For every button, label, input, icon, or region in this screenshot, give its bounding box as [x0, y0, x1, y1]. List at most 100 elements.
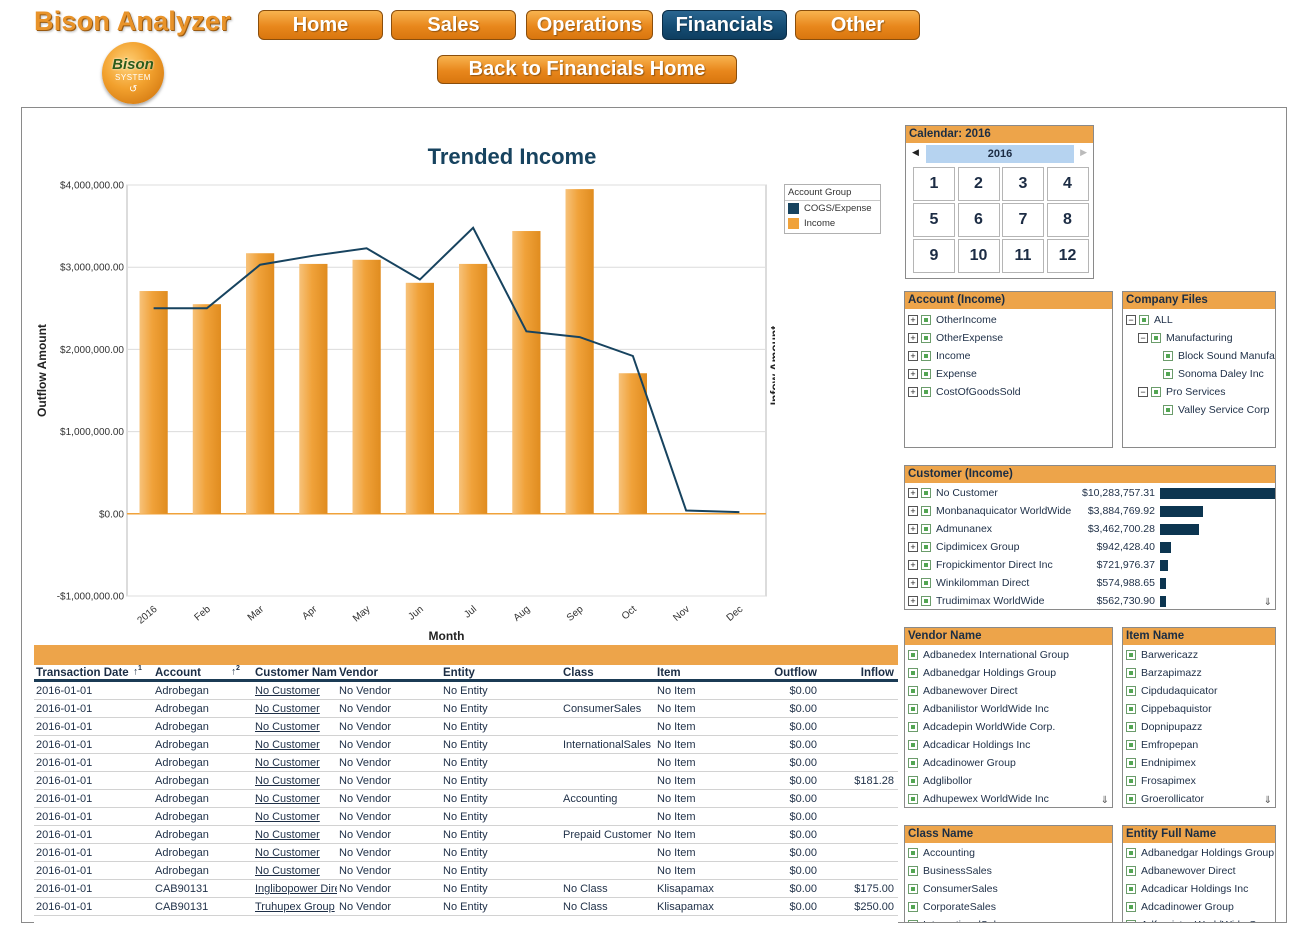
checkbox-icon[interactable] — [908, 650, 918, 660]
column-header-vendor[interactable]: Vendor — [339, 665, 439, 682]
legend-item-cogs[interactable]: COGS/Expense — [785, 201, 880, 216]
class-item-corporatesales[interactable]: CorporateSales — [905, 898, 1112, 916]
scroll-down-icon[interactable]: ⇓ — [1264, 597, 1272, 608]
table-row[interactable]: 2016-01-01CAB90131Inglibopower DirectNo … — [34, 880, 898, 898]
entity-item-adcadicar-holdings-inc[interactable]: Adcadicar Holdings Inc — [1123, 880, 1275, 898]
company-item-manufacturing[interactable]: − Manufacturing — [1123, 329, 1275, 347]
column-header-class[interactable]: Class — [563, 665, 653, 682]
customer-amount-bar[interactable] — [1160, 596, 1167, 607]
checkbox-icon[interactable] — [1126, 740, 1136, 750]
item-name-item-groerollicator[interactable]: Groerollicator — [1123, 790, 1275, 807]
table-row[interactable]: 2016-01-01 Adrobegan No Customer No Vendor N… — [34, 790, 898, 808]
calendar-month-1[interactable]: 1 — [913, 167, 955, 201]
checkbox-icon[interactable] — [1126, 686, 1136, 696]
expand-icon[interactable]: + — [908, 596, 918, 606]
account-item-income[interactable]: + Income — [905, 347, 1112, 365]
checkbox-icon[interactable] — [1126, 920, 1136, 922]
expand-icon[interactable]: + — [908, 506, 918, 516]
customer-amount-bar[interactable] — [1160, 488, 1275, 499]
checkbox-icon[interactable] — [921, 315, 931, 325]
checkbox-icon[interactable] — [1139, 315, 1149, 325]
calendar-month-8[interactable]: 8 — [1046, 203, 1089, 237]
calendar-month-11[interactable]: 11 — [1002, 239, 1044, 273]
table-row[interactable]: 2016-01-01 Adrobegan No Customer No Vendor N… — [34, 718, 898, 736]
account-item-otherincome[interactable]: + OtherIncome — [905, 311, 1112, 329]
customer-item-cipdimicex-group[interactable]: + Cipdimicex Group $942,428.40 — [905, 538, 1275, 556]
customer-item-fropickimentor-direct-inc[interactable]: + Fropickimentor Direct Inc $721,976.37 — [905, 556, 1275, 574]
table-cell-customer-name[interactable]: No Customer — [255, 700, 337, 718]
checkbox-icon[interactable] — [1126, 650, 1136, 660]
customer-item-trudimimax-worldwide[interactable]: + Trudimimax WorldWide $562,730.90 — [905, 592, 1275, 609]
expand-icon[interactable]: + — [908, 351, 918, 361]
class-item-internationalsales[interactable]: InternationalSales — [905, 916, 1112, 922]
checkbox-icon[interactable] — [908, 794, 918, 804]
item-name-item-barzapimazz[interactable]: Barzapimazz — [1123, 664, 1275, 682]
column-header-item[interactable]: Item — [657, 665, 762, 682]
customer-amount-bar[interactable] — [1160, 560, 1169, 571]
customer-amount-bar[interactable] — [1160, 524, 1199, 535]
back-to-financials-home-button[interactable]: Back to Financials Home — [437, 55, 737, 84]
checkbox-icon[interactable] — [921, 596, 931, 606]
checkbox-icon[interactable] — [1126, 776, 1136, 786]
checkbox-icon[interactable] — [1163, 369, 1173, 379]
checkbox-icon[interactable] — [1126, 848, 1136, 858]
checkbox-icon[interactable] — [1126, 884, 1136, 894]
expand-icon[interactable]: + — [908, 369, 918, 379]
expand-icon[interactable]: + — [908, 333, 918, 343]
entity-item-adbanewover-direct[interactable]: Adbanewover Direct — [1123, 862, 1275, 880]
table-cell-customer-name[interactable]: No Customer — [255, 862, 337, 880]
checkbox-icon[interactable] — [921, 351, 931, 361]
item-name-item-endnipimex[interactable]: Endnipimex — [1123, 754, 1275, 772]
checkbox-icon[interactable] — [1126, 722, 1136, 732]
expand-icon[interactable]: + — [908, 387, 918, 397]
table-cell-customer-name[interactable]: No Customer — [255, 844, 337, 862]
checkbox-icon[interactable] — [908, 722, 918, 732]
expand-icon[interactable]: + — [908, 542, 918, 552]
vendor-item-adbanedgar-holdings-group[interactable]: Adbanedgar Holdings Group — [905, 664, 1112, 682]
collapse-icon[interactable]: − — [1138, 333, 1148, 343]
table-row[interactable]: 2016-01-01 Adrobegan No Customer No Vendor N… — [34, 862, 898, 880]
table-row[interactable]: 2016-01-01 Adrobegan No Customer No Vendor N… — [34, 808, 898, 826]
company-item-pro-services[interactable]: − Pro Services — [1123, 383, 1275, 401]
expand-icon[interactable]: + — [908, 524, 918, 534]
checkbox-icon[interactable] — [1126, 866, 1136, 876]
checkbox-icon[interactable] — [908, 740, 918, 750]
table-row[interactable]: 2016-01-01 Adrobegan No Customer No Vendor N… — [34, 700, 898, 718]
checkbox-icon[interactable] — [1126, 758, 1136, 768]
column-header-customer-name[interactable]: Customer Name — [255, 665, 337, 682]
account-item-costofgoodssold[interactable]: + CostOfGoodsSold — [905, 383, 1112, 401]
table-cell-customer-name[interactable]: No Customer — [255, 790, 337, 808]
entity-item-adfropistor-worldwide-corp[interactable]: Adfropistor WorldWide Corp. — [1123, 916, 1275, 922]
calendar-month-5[interactable]: 5 — [913, 203, 955, 237]
item-name-item-cipdudaquicator[interactable]: Cipdudaquicator — [1123, 682, 1275, 700]
checkbox-icon[interactable] — [921, 369, 931, 379]
checkbox-icon[interactable] — [921, 506, 931, 516]
entity-item-adcadinower-group[interactable]: Adcadinower Group — [1123, 898, 1275, 916]
expand-icon[interactable]: + — [908, 488, 918, 498]
calendar-month-9[interactable]: 9 — [913, 239, 955, 273]
nav-button-other[interactable]: Other — [795, 10, 920, 40]
nav-button-operations[interactable]: Operations — [526, 10, 653, 40]
class-item-consumersales[interactable]: ConsumerSales — [905, 880, 1112, 898]
customer-amount-bar[interactable] — [1160, 578, 1167, 589]
checkbox-icon[interactable] — [908, 920, 918, 922]
company-item-all[interactable]: − ALL — [1123, 311, 1275, 329]
table-cell-customer-name[interactable]: No Customer — [255, 826, 337, 844]
expand-icon[interactable]: + — [908, 315, 918, 325]
table-cell-customer-name[interactable]: Truhupex Group — [255, 898, 337, 916]
class-item-businesssales[interactable]: BusinessSales — [905, 862, 1112, 880]
item-name-item-barwericazz[interactable]: Barwericazz — [1123, 646, 1275, 664]
calendar-month-4[interactable]: 4 — [1046, 167, 1089, 201]
checkbox-icon[interactable] — [921, 387, 931, 397]
calendar-month-7[interactable]: 7 — [1002, 203, 1044, 237]
checkbox-icon[interactable] — [921, 333, 931, 343]
customer-amount-bar[interactable] — [1160, 542, 1171, 553]
nav-button-financials[interactable]: Financials — [662, 10, 787, 40]
checkbox-icon[interactable] — [1151, 387, 1161, 397]
table-row[interactable]: 2016-01-01 Adrobegan No Customer No Vendor N… — [34, 754, 898, 772]
legend-item-income[interactable]: Income — [785, 216, 880, 231]
entity-item-adbanedgar-holdings-group[interactable]: Adbanedgar Holdings Group — [1123, 844, 1275, 862]
column-header-outflow[interactable]: Outflow — [767, 665, 817, 682]
vendor-item-adcadepin-worldwide-corp[interactable]: Adcadepin WorldWide Corp. — [905, 718, 1112, 736]
scroll-down-icon[interactable]: ⇓ — [1101, 795, 1109, 806]
